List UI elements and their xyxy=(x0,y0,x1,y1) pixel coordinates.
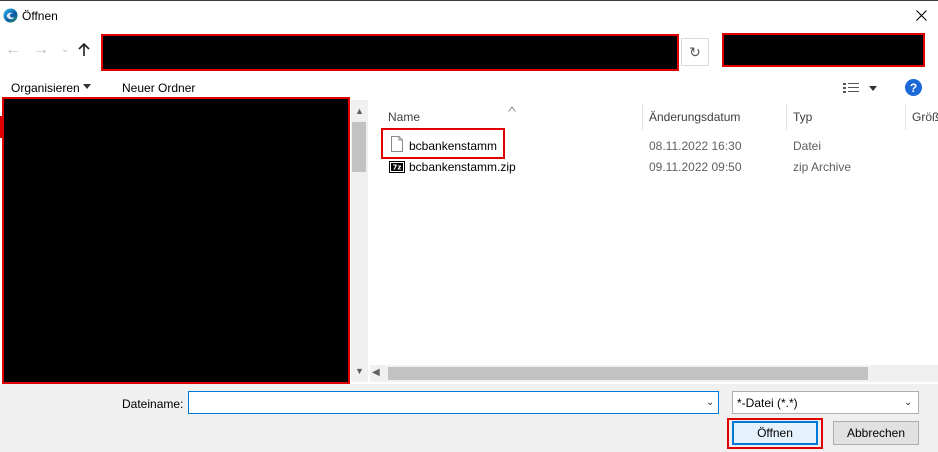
arrow-right-icon: → xyxy=(33,41,49,58)
column-header-type[interactable]: Typ xyxy=(793,110,812,124)
file-type-filter[interactable]: *-Datei (*.*) xyxy=(732,391,919,414)
file-date: 09.11.2022 09:50 xyxy=(649,160,742,174)
scroll-up-icon[interactable]: ▲ xyxy=(351,106,368,120)
nav-pane-scroll-thumb[interactable] xyxy=(352,122,366,172)
scroll-left-icon[interactable]: ◀ xyxy=(372,367,380,378)
column-header-date[interactable]: Änderungsdatum xyxy=(649,110,740,124)
up-button[interactable] xyxy=(78,42,90,60)
column-divider[interactable] xyxy=(905,104,906,130)
cancel-button[interactable]: Abbrechen xyxy=(833,421,919,445)
column-header-name[interactable]: Name xyxy=(388,110,420,124)
new-folder-button[interactable]: Neuer Ordner xyxy=(122,81,195,95)
details-view-icon[interactable] xyxy=(843,82,859,94)
file-date: 08.11.2022 16:30 xyxy=(649,139,742,153)
column-header-size[interactable]: Größe xyxy=(912,110,938,124)
file-type-filter-value: *-Datei (*.*) xyxy=(737,396,798,410)
edge-browser-icon xyxy=(3,8,18,23)
scroll-down-icon[interactable]: ▼ xyxy=(351,366,368,380)
close-button[interactable] xyxy=(904,0,938,31)
forward-button[interactable]: → xyxy=(33,41,49,59)
column-divider[interactable] xyxy=(786,104,787,130)
chevron-down-icon[interactable]: ⌄ xyxy=(904,397,912,408)
organize-menu[interactable]: Organisieren xyxy=(11,81,80,95)
open-button-label: Öffnen xyxy=(757,426,793,440)
window-title: Öffnen xyxy=(22,9,58,23)
chevron-down-icon[interactable]: ⌄ xyxy=(706,397,714,408)
address-bar[interactable] xyxy=(101,34,679,71)
organize-dropdown-icon xyxy=(83,84,91,89)
file-type: Datei xyxy=(793,139,822,153)
column-divider[interactable] xyxy=(642,104,643,130)
navigation-pane[interactable] xyxy=(2,97,350,384)
filename-input[interactable] xyxy=(188,391,719,414)
view-options-dropdown-icon[interactable] xyxy=(869,86,877,91)
cancel-button-label: Abbrechen xyxy=(846,426,906,440)
file-type: zip Archive xyxy=(793,160,852,174)
svg-text:7z: 7z xyxy=(393,164,402,172)
arrow-up-icon xyxy=(78,42,90,56)
arrow-left-icon: ← xyxy=(5,41,21,58)
horizontal-scroll-thumb[interactable] xyxy=(388,367,868,380)
filename-label: Dateiname: xyxy=(122,397,184,411)
help-icon[interactable]: ? xyxy=(905,79,922,96)
recent-locations-button[interactable]: ⌄ xyxy=(61,44,69,55)
search-box[interactable] xyxy=(722,33,925,67)
close-icon xyxy=(915,10,927,21)
refresh-button[interactable]: ↻ xyxy=(681,38,709,66)
7zip-archive-icon: 7z xyxy=(389,161,405,173)
chevron-down-icon: ⌄ xyxy=(61,44,70,55)
file-name[interactable]: bcbankenstamm.zip xyxy=(409,160,516,174)
sort-ascending-icon xyxy=(508,101,516,112)
title-bar xyxy=(0,0,938,31)
open-button[interactable]: Öffnen xyxy=(732,421,818,445)
back-button[interactable]: ← xyxy=(5,41,21,59)
highlight-box xyxy=(381,128,505,159)
refresh-icon: ↻ xyxy=(689,43,701,60)
